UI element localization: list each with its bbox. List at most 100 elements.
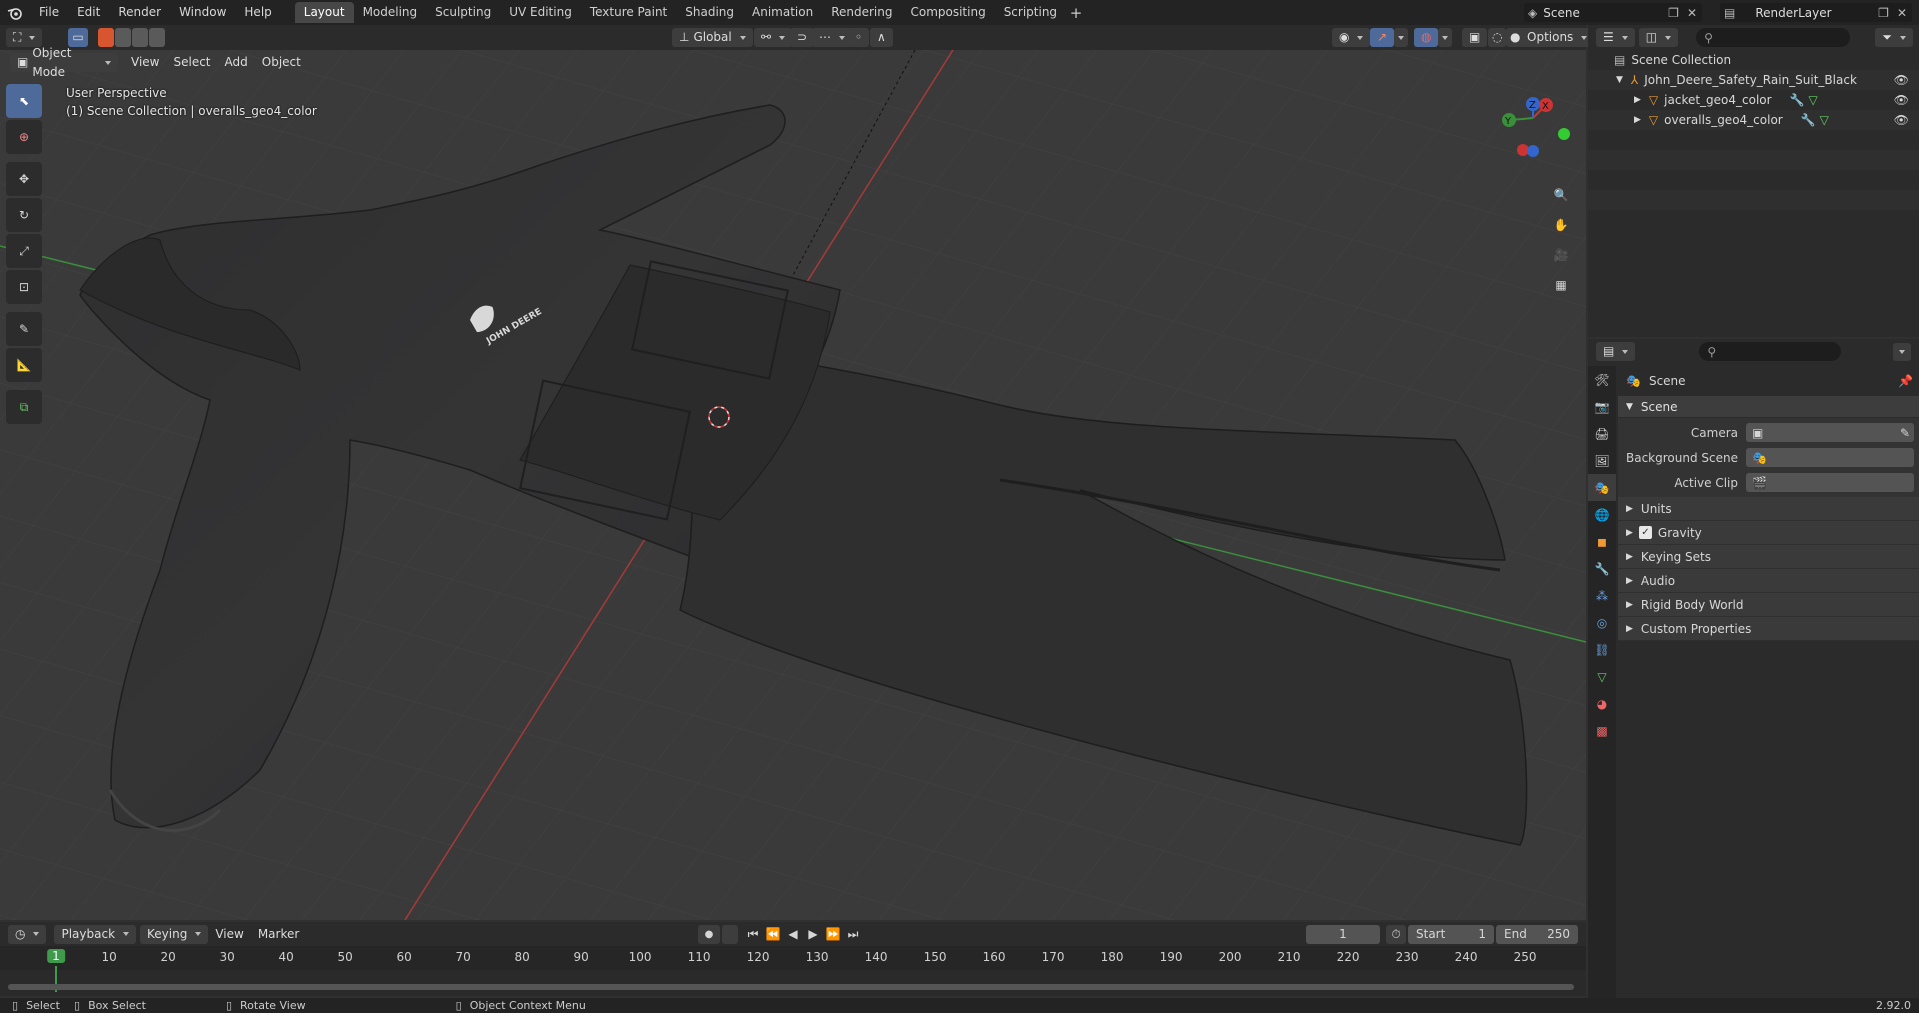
eyedropper-icon[interactable]: ✎ [1900,426,1910,440]
play-reverse-icon[interactable]: ◀ [784,927,802,942]
outliner-display-mode[interactable]: ◫ [1638,28,1679,47]
snap-toggle[interactable]: ⊃ [790,28,815,47]
gravity-panel[interactable]: ▶ ✓ Gravity [1618,521,1919,545]
camera-view-button[interactable]: 🎥 [1546,240,1576,270]
gizmo-neg-z-icon[interactable] [1527,145,1539,157]
transform-orientation-dropdown[interactable]: ⊥ Global [672,28,753,47]
menu-window[interactable]: Window [170,0,235,25]
expand-right-icon[interactable]: ▶ [1634,115,1641,125]
outliner-editor-type[interactable]: ☰ [1596,28,1635,47]
vp-menu-add[interactable]: Add [218,53,255,72]
tab-view-layer[interactable]: 🖼 [1588,447,1616,474]
proportional-falloff-dropdown[interactable]: ∧ [870,28,893,47]
timeline-ruler[interactable]: 1 10 20 30 40 50 60 70 80 90 100 110 120 130 140 150 160… [0,946,1586,992]
select-mode-subtract[interactable] [114,28,131,47]
tab-object[interactable]: ◼ [1588,528,1616,555]
camera-field[interactable]: ▣ ✎ [1746,423,1914,442]
pivot-point-dropdown[interactable]: ⚯ [754,28,793,47]
tool-select-box[interactable]: ⬉ [6,84,42,118]
preview-range-toggle[interactable]: ⏱ [1386,924,1406,944]
vp-menu-view[interactable]: View [124,53,166,72]
overlay-toggle[interactable]: ◍ [1414,28,1439,47]
add-workspace-button[interactable]: + [1066,4,1086,22]
tool-add-cube[interactable]: ⧉ [6,390,42,424]
pin-icon[interactable]: 📌 [1898,374,1913,388]
tool-rotate[interactable]: ↻ [6,198,42,232]
tab-sculpting[interactable]: Sculpting [426,2,500,23]
tool-measure[interactable]: 📐 [6,348,42,382]
xray-toggle[interactable]: ▣ [1462,28,1488,47]
proportional-edit-toggle[interactable]: ◦ [848,28,870,47]
visibility-eye-icon[interactable]: 👁 [1894,73,1909,87]
tool-move[interactable]: ✥ [6,162,42,196]
tab-world[interactable]: 🌐 [1588,501,1616,528]
timeline-menu-marker[interactable]: Marker [251,925,306,944]
active-clip-field[interactable]: 🎬 [1746,473,1914,492]
vp-menu-select[interactable]: Select [166,53,217,72]
jump-start-icon[interactable]: ⏮ [744,927,762,942]
new-view-layer-icon[interactable]: ❐ [1878,6,1889,20]
visibility-eye-icon[interactable]: 👁 [1894,93,1909,107]
outliner-search[interactable]: ⚲ [1696,28,1851,47]
select-mode-extend[interactable] [97,28,114,47]
tool-transform[interactable]: ⊡ [6,270,42,304]
current-frame-field[interactable]: 1 [1306,924,1380,944]
playback-dropdown[interactable]: Playback [54,924,137,944]
tab-texture-paint[interactable]: Texture Paint [581,2,676,23]
ortho-toggle-button[interactable]: ▦ [1546,270,1576,300]
tab-tool[interactable]: 🛠 [1588,366,1616,393]
gizmo-toggle[interactable]: ↗ [1370,28,1395,47]
tab-scene[interactable]: 🎭 [1588,474,1616,501]
keying-dropdown[interactable]: Keying [140,924,209,944]
tab-modifiers[interactable]: 🔧 [1588,555,1616,582]
remove-view-layer-icon[interactable]: ✕ [1897,6,1907,20]
visibility-dropdown[interactable]: ◉ [1332,28,1371,47]
vp-menu-object[interactable]: Object [255,53,308,72]
tab-constraints[interactable]: ⛓ [1588,636,1616,663]
tab-render[interactable]: 📷 [1588,393,1616,420]
gizmo-neg-y-icon[interactable] [1558,128,1570,140]
outliner-row-scene-collection[interactable]: ▤ Scene Collection [1588,50,1919,70]
snap-target-dropdown[interactable]: ⋯ [812,28,852,47]
tab-animation[interactable]: Animation [743,2,822,23]
outliner-row-overalls[interactable]: ▶ ▽ overalls_geo4_color 🔧 ▽ 👁 [1588,110,1919,130]
tab-data[interactable]: ▽ [1588,663,1616,690]
menu-render[interactable]: Render [109,0,170,25]
menu-help[interactable]: Help [235,0,280,25]
tab-compositing[interactable]: Compositing [901,2,994,23]
tab-uv-editing[interactable]: UV Editing [500,2,581,23]
expand-down-icon[interactable]: ▼ [1616,75,1623,85]
tab-shading[interactable]: Shading [676,2,743,23]
tool-annotate[interactable]: ✎ [6,312,42,346]
3d-viewport[interactable]: JOHN DEERE X Y Z User Perspective (1) Sc… [0,50,1586,920]
expand-right-icon[interactable]: ▶ [1634,95,1641,105]
new-scene-icon[interactable]: ❐ [1668,6,1679,20]
record-button[interactable]: ● [698,924,720,944]
tab-material[interactable]: ◕ [1588,690,1616,717]
overlay-dropdown[interactable] [1438,28,1452,47]
tab-modeling[interactable]: Modeling [354,2,427,23]
blender-logo-icon[interactable] [0,0,30,25]
start-frame-field[interactable]: Start 1 [1408,924,1494,944]
timeline[interactable]: 1 10 20 30 40 50 60 70 80 90 100 110 120 130 140 150 160… [0,946,1586,996]
remove-scene-icon[interactable]: ✕ [1687,6,1697,20]
play-icon[interactable]: ▶ [804,927,822,942]
tab-physics[interactable]: ◎ [1588,609,1616,636]
tab-rendering[interactable]: Rendering [822,2,901,23]
shading-wireframe[interactable]: ◌ [1488,28,1507,47]
autokey-options-button[interactable] [722,924,738,944]
view-layer-selector[interactable]: ▤ RenderLayer ❐ ✕ [1720,3,1912,22]
select-mode-intersect[interactable] [148,28,165,47]
zoom-button[interactable]: 🔍 [1546,180,1576,210]
menu-file[interactable]: File [30,0,68,25]
properties-options-icon[interactable] [1893,342,1911,361]
units-panel[interactable]: ▶ Units [1618,497,1919,521]
tab-scripting[interactable]: Scripting [995,2,1066,23]
menu-edit[interactable]: Edit [68,0,109,25]
custom-properties-panel[interactable]: ▶ Custom Properties [1618,617,1919,641]
tool-cursor[interactable]: ⊕ [6,120,42,154]
visibility-eye-icon[interactable]: 👁 [1894,113,1909,127]
end-frame-field[interactable]: End 250 [1496,924,1578,944]
tab-texture[interactable]: ▩ [1588,717,1616,744]
outliner-filter[interactable]: ⏷ [1875,28,1913,47]
